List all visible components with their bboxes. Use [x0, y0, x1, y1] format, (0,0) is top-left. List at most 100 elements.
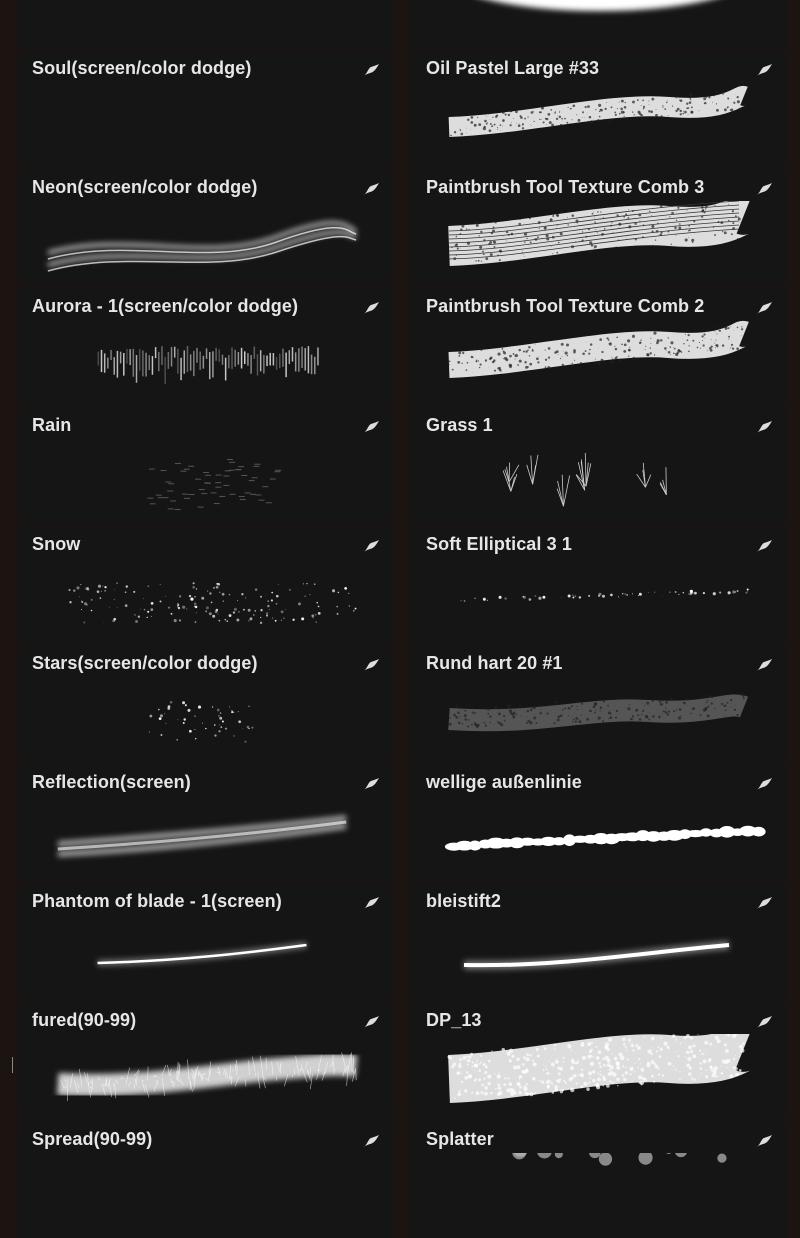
brush-preview [409, 1034, 787, 1119]
feather-icon[interactable] [755, 301, 773, 315]
brush-name: Stars(screen/color dodge) [32, 653, 258, 674]
scroll-indicator[interactable] [12, 1057, 13, 1073]
brush-card[interactable]: Reflection(screen) [18, 764, 394, 881]
brush-preview [18, 677, 394, 762]
brush-stroke-preview [68, 582, 356, 624]
brush-name: Soul(screen/color dodge) [32, 58, 251, 79]
feather-icon[interactable] [755, 539, 773, 553]
brush-preview [409, 439, 787, 524]
brush-card[interactable]: Rund hart 20 #1 [409, 645, 787, 762]
brush-preview [409, 82, 787, 167]
brush-preview [18, 439, 394, 524]
brush-preview [18, 558, 394, 643]
brush-card[interactable] [18, 0, 394, 48]
brush-card[interactable]: Neon(screen/color dodge) [18, 169, 394, 286]
brush-preview [409, 0, 787, 48]
brush-stroke-preview [449, 91, 744, 136]
feather-icon[interactable] [755, 896, 773, 910]
brush-card[interactable]: Grass 1 [409, 407, 787, 524]
brush-name: Soft Elliptical 3 1 [426, 534, 572, 555]
brush-preview [409, 320, 787, 405]
brush-name: wellige außenlinie [426, 772, 582, 793]
brush-preview [18, 796, 394, 881]
brush-name: fured(90-99) [32, 1010, 136, 1031]
brush-card[interactable]: wellige außenlinie [409, 764, 787, 881]
feather-icon[interactable] [755, 658, 773, 672]
brush-stroke-preview [98, 945, 307, 963]
brush-stroke-preview [461, 588, 749, 601]
brush-preview [409, 677, 787, 762]
brush-name: Spread(90-99) [32, 1129, 152, 1150]
brush-stroke-preview [58, 1052, 356, 1101]
brush-preview [18, 320, 394, 405]
brush-name: Reflection(screen) [32, 772, 191, 793]
brush-stroke-preview [448, 1034, 745, 1099]
brush-card[interactable]: Rain [18, 407, 394, 524]
brush-stroke-preview [464, 945, 729, 965]
brush-name: Rund hart 20 #1 [426, 653, 563, 674]
brush-card[interactable]: Splatter [409, 1121, 787, 1238]
brush-preview [409, 201, 787, 286]
brush-card[interactable]: DP_13 [409, 1002, 787, 1119]
feather-icon[interactable] [362, 896, 380, 910]
feather-icon[interactable] [362, 658, 380, 672]
feather-icon[interactable] [362, 1015, 380, 1029]
brush-stroke-preview [98, 346, 319, 384]
brush-name: Phantom of blade - 1(screen) [32, 891, 282, 912]
brush-name: Paintbrush Tool Texture Comb 3 [426, 177, 704, 198]
feather-icon[interactable] [362, 63, 380, 77]
brush-name: Snow [32, 534, 80, 555]
brush-preview [18, 201, 394, 286]
feather-icon[interactable] [362, 777, 380, 791]
brush-stroke-preview [147, 459, 281, 510]
brush-name: Aurora - 1(screen/color dodge) [32, 296, 298, 317]
brush-stroke-preview [449, 325, 744, 373]
brush-stroke-preview [449, 201, 744, 263]
brush-stroke-preview [507, 1153, 731, 1166]
brush-card[interactable]: Phantom of blade - 1(screen) [18, 883, 394, 1000]
feather-icon[interactable] [755, 777, 773, 791]
brush-name: DP_13 [426, 1010, 482, 1031]
feather-icon[interactable] [755, 420, 773, 434]
brush-card[interactable] [409, 0, 787, 48]
brush-name: Rain [32, 415, 71, 436]
brush-stroke-preview [449, 693, 745, 728]
brush-name: Oil Pastel Large #33 [426, 58, 599, 79]
brush-preview [409, 796, 787, 881]
brush-preview [409, 1153, 787, 1238]
brush-name: Grass 1 [426, 415, 493, 436]
brush-card[interactable]: fured(90-99) [18, 1002, 394, 1119]
feather-icon[interactable] [755, 63, 773, 77]
brush-stroke-preview [58, 818, 346, 854]
brush-preview [18, 1153, 394, 1238]
brush-card[interactable]: Soul(screen/color dodge) [18, 50, 394, 167]
brush-name: Neon(screen/color dodge) [32, 177, 257, 198]
brush-stroke-preview [449, 0, 749, 11]
feather-icon[interactable] [362, 182, 380, 196]
brush-card[interactable]: Stars(screen/color dodge) [18, 645, 394, 762]
brush-card[interactable]: Paintbrush Tool Texture Comb 3 [409, 169, 787, 286]
brush-card[interactable]: Soft Elliptical 3 1 [409, 526, 787, 643]
feather-icon[interactable] [362, 539, 380, 553]
brush-preview [409, 558, 787, 643]
brush-card[interactable]: Aurora - 1(screen/color dodge) [18, 288, 394, 405]
brush-card[interactable]: Paintbrush Tool Texture Comb 2 [409, 288, 787, 405]
brush-preview [409, 915, 787, 1000]
brush-preview [18, 915, 394, 1000]
brush-card[interactable]: bleistift2 [409, 883, 787, 1000]
brush-name: Splatter [426, 1129, 494, 1150]
brush-preview [18, 1034, 394, 1119]
feather-icon[interactable] [755, 182, 773, 196]
feather-icon[interactable] [755, 1015, 773, 1029]
brush-column-right: Oil Pastel Large #33 Paintbrush Tool Text… [409, 0, 787, 1146]
brush-name: bleistift2 [426, 891, 501, 912]
feather-icon[interactable] [362, 301, 380, 315]
brush-preview [18, 0, 394, 48]
brush-stroke-preview [48, 223, 356, 271]
brush-card[interactable]: Snow [18, 526, 394, 643]
brush-card[interactable]: Oil Pastel Large #33 [409, 50, 787, 167]
brush-card[interactable]: Spread(90-99) [18, 1121, 394, 1238]
brush-name: Paintbrush Tool Texture Comb 2 [426, 296, 704, 317]
feather-icon[interactable] [362, 420, 380, 434]
brush-preview [18, 82, 394, 167]
